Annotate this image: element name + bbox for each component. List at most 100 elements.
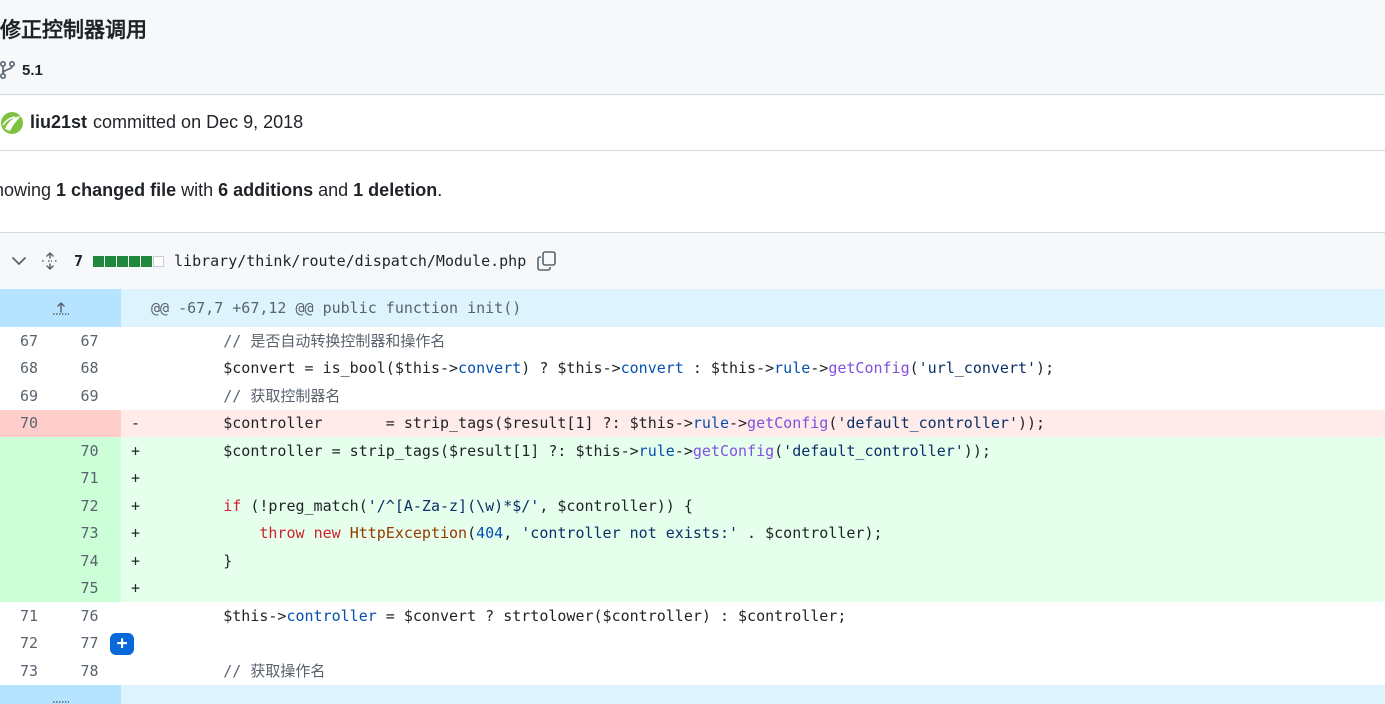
new-line-number[interactable]: 74: [58, 552, 121, 570]
code-token: rule: [638, 441, 675, 460]
avatar[interactable]: [0, 111, 24, 135]
code-token: . $controller);: [738, 524, 883, 543]
code-token: convert: [620, 359, 684, 378]
old-line-number[interactable]: 69: [0, 387, 58, 405]
code-token: , $controller)) {: [539, 496, 693, 515]
change-count: 7: [74, 252, 84, 270]
diffstat-block: [93, 255, 105, 267]
code-line: // 是否自动转换控制器和操作名: [151, 332, 446, 351]
old-line-number[interactable]: 68: [0, 359, 58, 377]
diffstat-block: [105, 255, 117, 267]
diffstat-block: [153, 255, 165, 267]
diff-sign: +: [131, 496, 141, 515]
code-token: getConfig: [692, 441, 775, 460]
new-line-number[interactable]: 69: [58, 387, 121, 405]
branch-label[interactable]: 5.1: [22, 62, 43, 79]
new-line-number[interactable]: 72: [58, 497, 121, 515]
code-token: HttpException: [349, 524, 468, 543]
new-line-number[interactable]: 70: [58, 442, 121, 460]
new-line-number[interactable]: 78: [58, 662, 121, 680]
diff-line-added: 71 +: [0, 464, 1385, 492]
code-token: getConfig: [747, 414, 829, 433]
new-line-number[interactable]: 73: [58, 524, 121, 542]
code-token: $controller = strip_tags($result[1] ?: $…: [151, 414, 693, 433]
new-line-number[interactable]: 75: [58, 579, 121, 597]
code-token: (: [467, 524, 477, 543]
code-token: 404: [476, 524, 504, 543]
code-token: ));: [963, 441, 991, 460]
author-name[interactable]: liu21st: [30, 112, 87, 133]
code-token: 'controller not exists:': [521, 524, 739, 543]
old-line-number[interactable]: 73: [0, 662, 58, 680]
code-token: new: [313, 524, 341, 543]
copy-path-button[interactable]: [536, 250, 558, 272]
code-token: if: [223, 496, 242, 515]
expand-up-button[interactable]: [0, 289, 121, 327]
diff-line: 72 77 +: [0, 630, 1385, 658]
commit-author-row: liu21st committed on Dec 9, 2018: [0, 94, 1385, 151]
new-line-number[interactable]: 76: [58, 607, 121, 625]
code-line: // 获取控制器名: [151, 387, 341, 406]
code-token: $convert = is_bool($this->: [151, 359, 459, 378]
committed-date: committed on Dec 9, 2018: [93, 112, 304, 132]
diff-line-deleted: 70 - $controller = strip_tags($result[1]…: [0, 409, 1385, 437]
code-token: );: [1036, 359, 1055, 378]
collapse-toggle[interactable]: [10, 252, 28, 270]
summary-additions: 6 additions: [218, 180, 314, 200]
code-token: getConfig: [828, 359, 910, 378]
hunk-header: @@ -67,7 +67,12 @@ public function init(…: [0, 289, 1385, 327]
summary-deletions: 1 deletion: [353, 180, 438, 200]
branch-info[interactable]: 5.1: [0, 58, 43, 82]
old-line-number[interactable]: 70: [0, 414, 58, 432]
file-path[interactable]: library/think/route/dispatch/Module.php: [174, 252, 526, 270]
diffstat-block: [141, 255, 153, 267]
code-token: controller: [286, 606, 377, 625]
new-line-number[interactable]: 68: [58, 359, 121, 377]
code-token: ->: [810, 359, 829, 378]
code-token: (: [828, 414, 838, 433]
diff-sign: +: [131, 551, 141, 570]
new-line-number[interactable]: 67: [58, 332, 121, 350]
code-token: convert: [458, 359, 522, 378]
code-line: $this->controller = $convert ? strtolowe…: [151, 607, 846, 625]
old-line-number[interactable]: 71: [0, 607, 58, 625]
diffstat-block: [129, 255, 141, 267]
add-comment-button[interactable]: +: [110, 632, 134, 655]
diff-line: 68 68 $convert = is_bool($this->convert) …: [0, 355, 1385, 383]
code-line: if (!preg_match('/^[A-Za-z](\w)*$/', $co…: [151, 497, 693, 515]
new-line-number[interactable]: 71: [58, 469, 121, 487]
code-line: $controller = strip_tags($result[1] ?: $…: [151, 414, 1045, 432]
diff-line: 67 67 // 是否自动转换控制器和操作名: [0, 327, 1385, 355]
fold-up-icon: [52, 301, 69, 315]
old-line-number[interactable]: 67: [0, 332, 58, 350]
code-token: = $convert ? strtolower($controller) : $…: [376, 606, 847, 625]
code-token: ));: [1017, 414, 1046, 433]
chevron-down-icon: [12, 257, 26, 265]
summary-and: and: [313, 180, 354, 200]
code-token: (: [909, 359, 919, 378]
diff-summary: howing 1 changed file with 6 additions a…: [0, 180, 442, 201]
git-branch-icon: [0, 60, 16, 79]
expand-down-button[interactable]: [0, 685, 121, 704]
old-line-number[interactable]: 72: [0, 634, 58, 652]
code-token: throw: [259, 524, 305, 543]
code-token: : $this->: [683, 359, 775, 378]
code-token: (: [774, 441, 784, 460]
code-line: }: [151, 551, 233, 570]
summary-prefix: howing: [0, 180, 57, 200]
plus-icon: +: [116, 633, 128, 654]
diffstat-block: [117, 255, 129, 267]
summary-end: .: [437, 180, 443, 200]
diff-line-added: 70 + $controller = strip_tags($result[1]…: [0, 437, 1385, 465]
diff-table: @@ -67,7 +67,12 @@ public function init(…: [0, 289, 1385, 685]
expand-all-button[interactable]: [40, 251, 60, 271]
code-token: ->: [674, 441, 693, 460]
diff-sign: +: [131, 579, 141, 598]
code-token: (!preg_match(: [241, 496, 368, 515]
diff-sign: -: [131, 414, 141, 433]
diff-line-added: 74 + }: [0, 547, 1385, 575]
